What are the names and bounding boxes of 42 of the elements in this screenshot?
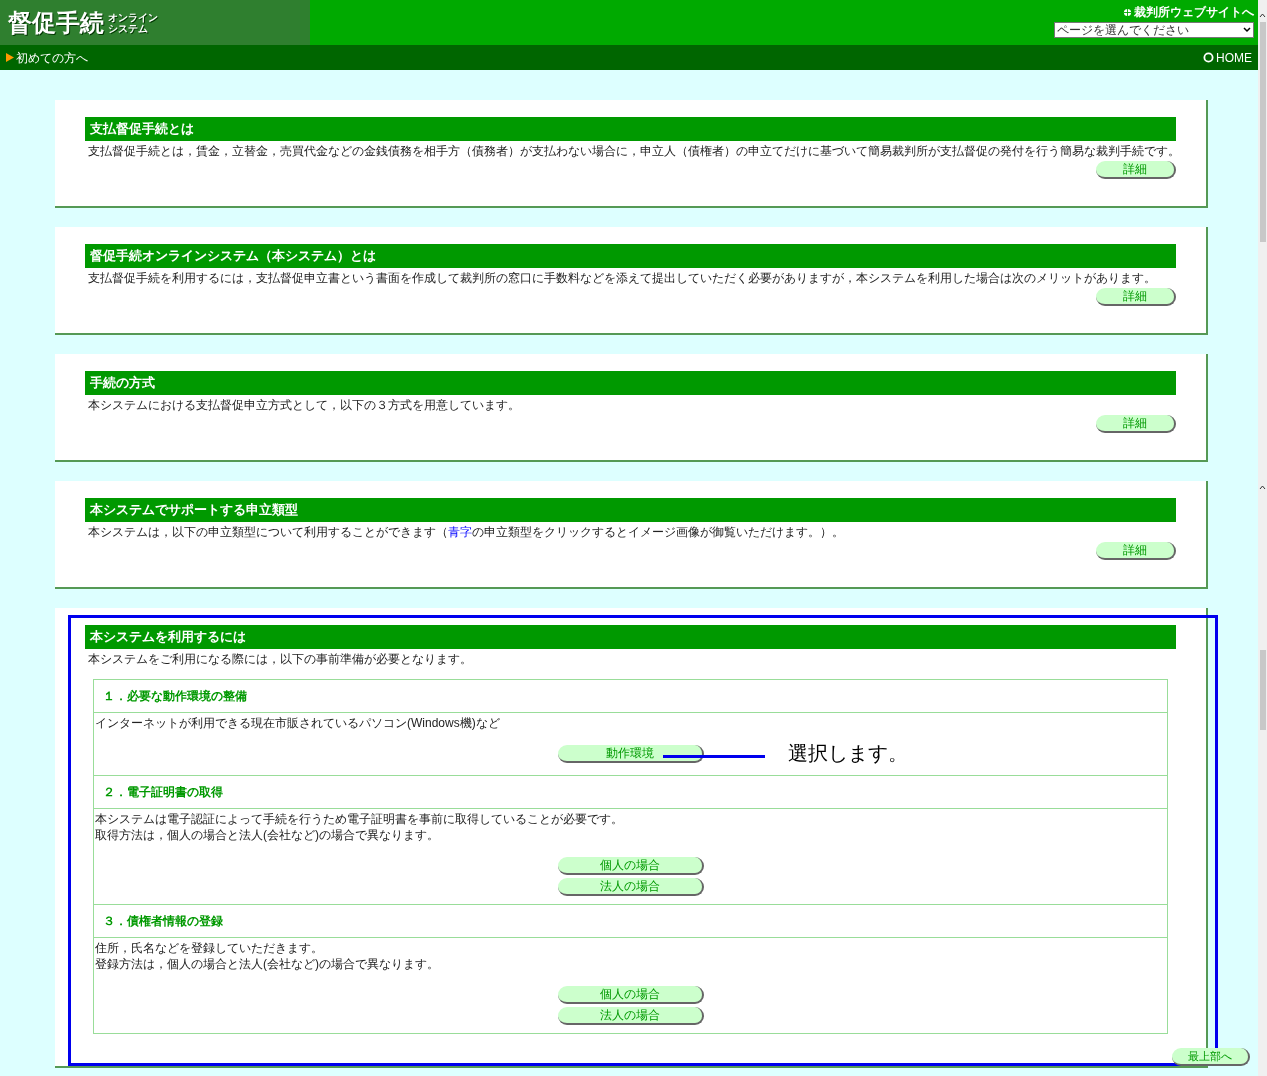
- pill-button[interactable]: 個人の場合: [557, 986, 704, 1004]
- section-title: 本システムでサポートする申立類型: [85, 498, 1176, 522]
- step-text: 登録方法は，個人の場合と法人(会社など)の場合で異なります。: [94, 956, 440, 972]
- triangle-icon: [6, 53, 14, 62]
- section-title: 手続の方式: [85, 371, 1176, 395]
- pill-button[interactable]: 法人の場合: [557, 878, 704, 896]
- chevron-icon: [1243, 27, 1251, 33]
- pill-button[interactable]: 動作環境: [557, 745, 704, 763]
- section-text: 本システムは，以下の申立類型について利用することができます（青字の申立類型をクリックするとイメージ画像が御覧いただけます。）。: [87, 524, 845, 540]
- annotation-text: 選択します。: [788, 741, 908, 766]
- pill-button[interactable]: 個人の場合: [557, 857, 704, 875]
- home-link[interactable]: HOME: [1203, 48, 1252, 67]
- section-text: 支払督促手続とは，賃金，立替金，売買代金などの金銭債務を相手方（債務者）が支払わない場合に，申立人（債権者）の申立てだけに基づいて簡易裁判所が支払督促の発付を行う簡易な裁判手続です。: [87, 143, 1176, 159]
- logo-subtitle: オンライン: [108, 11, 158, 23]
- section-title: 支払督促手続とは: [85, 117, 1176, 141]
- scroll-thumb[interactable]: [1259, 22, 1266, 242]
- pill-button[interactable]: 詳細: [1096, 542, 1176, 560]
- back-to-top-button[interactable]: 最上部へ: [1172, 1048, 1250, 1066]
- section-text: 支払督促手続を利用するには，支払督促申立書という書面を作成して裁判所の窓口に手数料などを添えて提出していただく必要がありますが，本システムを利用した場合は次のメリットがあります。: [87, 270, 1157, 286]
- circle-icon: [1203, 52, 1214, 63]
- pill-button[interactable]: 詳細: [1096, 415, 1176, 433]
- step-text: 本システムは電子認証によって手続を行うため電子証明書を事前に取得していることが必要です。: [94, 811, 624, 827]
- globe-icon: [1123, 8, 1132, 17]
- pill-button[interactable]: 法人の場合: [557, 1007, 704, 1025]
- pill-button[interactable]: 詳細: [1096, 161, 1176, 179]
- logo-title: 督促手続: [8, 7, 104, 38]
- section-text: 本システムをご利用になる際には，以下の事前準備が必要となります。: [87, 651, 473, 667]
- step-title: ２．電子証明書の取得: [94, 776, 1167, 809]
- scroll-thumb[interactable]: [1259, 650, 1266, 730]
- first-time-link[interactable]: 初めての方へ: [6, 48, 88, 67]
- site-link[interactable]: 裁判所ウェブサイトへ: [1123, 6, 1254, 19]
- pill-button[interactable]: 詳細: [1096, 288, 1176, 306]
- step-title: １．必要な動作環境の整備: [94, 680, 1167, 713]
- page-select[interactable]: ページを選んでください: [1054, 22, 1254, 38]
- step-text: 住所，氏名などを登録していただきます。: [94, 940, 324, 956]
- logo-subtitle: システム: [108, 22, 149, 34]
- step-title: ３．債権者情報の登録: [94, 905, 1167, 938]
- section-title: 本システムを利用するには: [85, 625, 1176, 649]
- section-text: 本システムにおける支払督促申立方式として，以下の３方式を用意しています。: [87, 397, 521, 413]
- step-text: 取得方法は，個人の場合と法人(会社など)の場合で異なります。: [94, 827, 440, 843]
- section-title: 督促手続オンラインシステム（本システム）とは: [85, 244, 1176, 268]
- step-text: インターネットが利用できる現在市販されているパソコン(Windows機)など: [94, 715, 501, 731]
